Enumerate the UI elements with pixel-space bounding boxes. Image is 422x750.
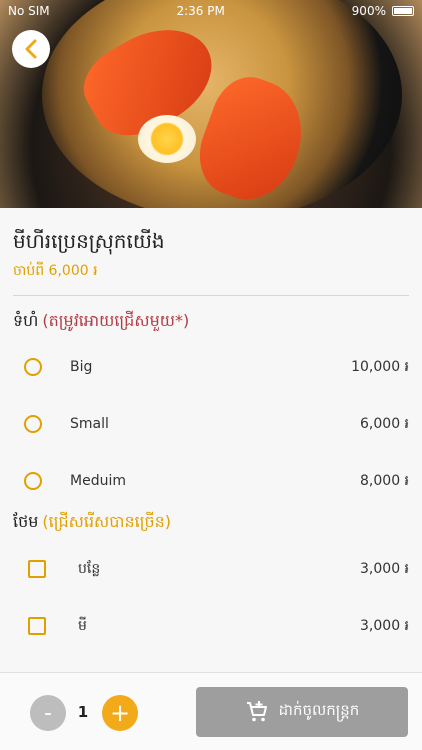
option-name: បន្លែ: [78, 560, 101, 577]
product-price-from: ចាប់ពី 6,000 ៛: [13, 263, 98, 279]
back-button[interactable]: [12, 30, 50, 68]
size-option-meduim[interactable]: Meduim 8,000 ៛: [0, 461, 422, 501]
order-footer: - 1 + ដាក់ចូលកន្ត្រក: [0, 672, 422, 750]
addon-section-title: ថែម (ជ្រើសរើសបានច្រើន): [13, 511, 171, 535]
add-to-cart-label: ដាក់ចូលកន្ត្រក: [278, 701, 360, 719]
option-price: 3,000 ៛: [360, 617, 409, 634]
checkbox[interactable]: [28, 617, 46, 635]
option-price: 6,000 ៛: [360, 415, 409, 432]
size-section-label: ទំហំ: [13, 311, 39, 330]
checkbox[interactable]: [28, 560, 46, 578]
size-section-title: ទំហំ (តម្រូវអោយជ្រើសមួយ*): [13, 310, 189, 334]
quantity-value: 1: [77, 703, 89, 721]
addon-option-vegetable[interactable]: បន្លែ 3,000 ៛: [0, 549, 422, 589]
size-option-big[interactable]: Big 10,000 ៛: [0, 347, 422, 387]
radio-button[interactable]: [24, 472, 42, 490]
size-section-hint: (តម្រូវអោយជ្រើសមួយ*): [42, 311, 190, 330]
option-name: Small: [70, 416, 109, 432]
decrease-quantity-button[interactable]: -: [30, 695, 66, 731]
radio-button[interactable]: [24, 415, 42, 433]
carrier-label: No SIM: [8, 4, 50, 18]
addon-section-label: ថែម: [13, 512, 39, 531]
option-price: 3,000 ៛: [360, 560, 409, 577]
size-option-small[interactable]: Small 6,000 ៛: [0, 404, 422, 444]
option-name: Meduim: [70, 473, 126, 489]
clock: 2:36 PM: [176, 4, 225, 18]
add-to-cart-button[interactable]: ដាក់ចូលកន្ត្រក: [196, 687, 408, 737]
increase-quantity-button[interactable]: +: [102, 695, 138, 731]
chevron-left-icon: [25, 39, 37, 59]
battery-icon: [391, 6, 414, 16]
addon-option-noodle[interactable]: មី 3,000 ៛: [0, 606, 422, 646]
product-details: មីហីរប្រេនស្រុកយើង ចាប់ពី 6,000 ៛ ទំហំ (ត…: [0, 208, 422, 672]
divider: [13, 295, 409, 296]
status-bar: No SIM 2:36 PM 900%: [0, 0, 422, 22]
product-title: មីហីរប្រេនស្រុកយើង: [13, 229, 165, 253]
radio-button[interactable]: [24, 358, 42, 376]
addon-section-hint: (ជ្រើសរើសបានច្រើន): [42, 512, 172, 531]
option-price: 10,000 ៛: [351, 358, 409, 375]
option-name: មី: [78, 617, 87, 634]
egg: [138, 115, 196, 163]
option-price: 8,000 ៛: [360, 472, 409, 489]
add-to-cart-icon: [246, 701, 267, 722]
hero-image: [0, 0, 422, 208]
option-name: Big: [70, 359, 93, 375]
battery-percent: 900%: [351, 4, 386, 18]
